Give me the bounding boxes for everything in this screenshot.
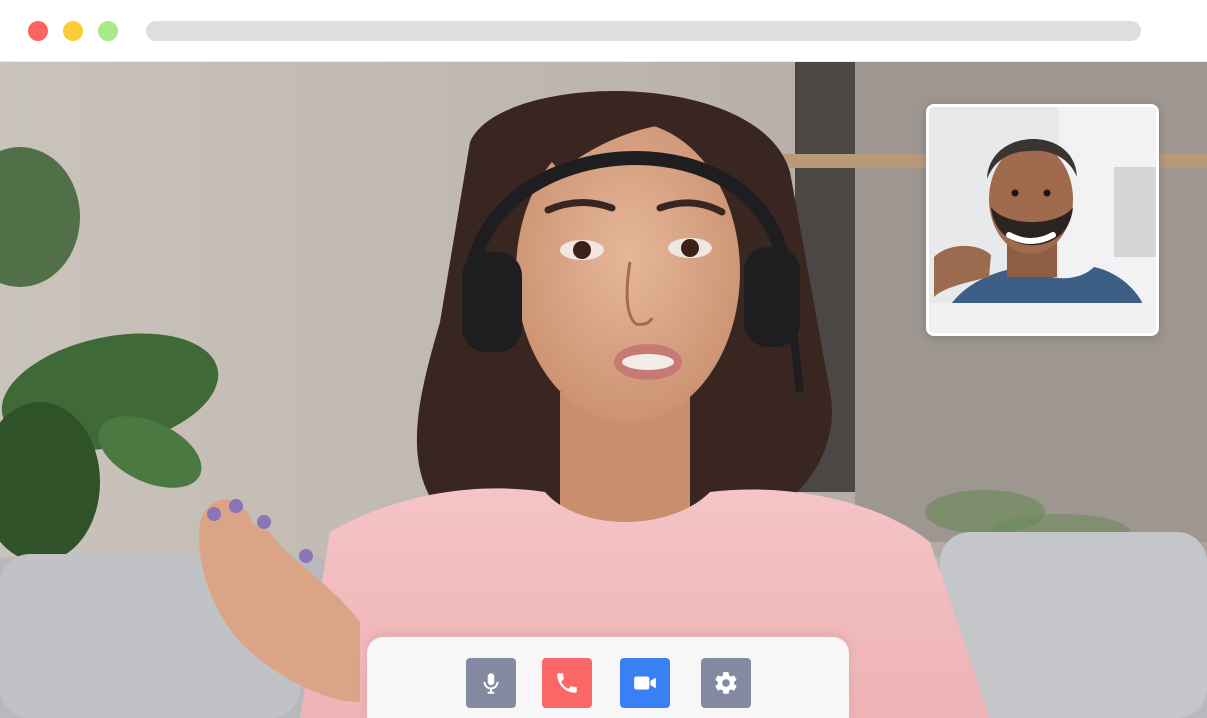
self-view-video[interactable] bbox=[926, 104, 1159, 336]
call-controls-bar bbox=[367, 637, 849, 718]
mute-button[interactable] bbox=[466, 658, 516, 708]
address-bar[interactable] bbox=[146, 21, 1141, 41]
maximize-window-button[interactable] bbox=[98, 21, 118, 41]
video-call-window bbox=[0, 0, 1207, 718]
camera-button[interactable] bbox=[620, 658, 670, 708]
microphone-icon bbox=[478, 670, 504, 696]
self-view-image bbox=[929, 107, 1156, 333]
gear-icon bbox=[713, 670, 739, 696]
settings-button[interactable] bbox=[701, 658, 751, 708]
browser-titlebar bbox=[0, 0, 1207, 62]
end-call-button[interactable] bbox=[542, 658, 592, 708]
minimize-window-button[interactable] bbox=[63, 21, 83, 41]
phone-icon bbox=[554, 670, 580, 696]
video-camera-icon bbox=[632, 670, 658, 696]
close-window-button[interactable] bbox=[28, 21, 48, 41]
